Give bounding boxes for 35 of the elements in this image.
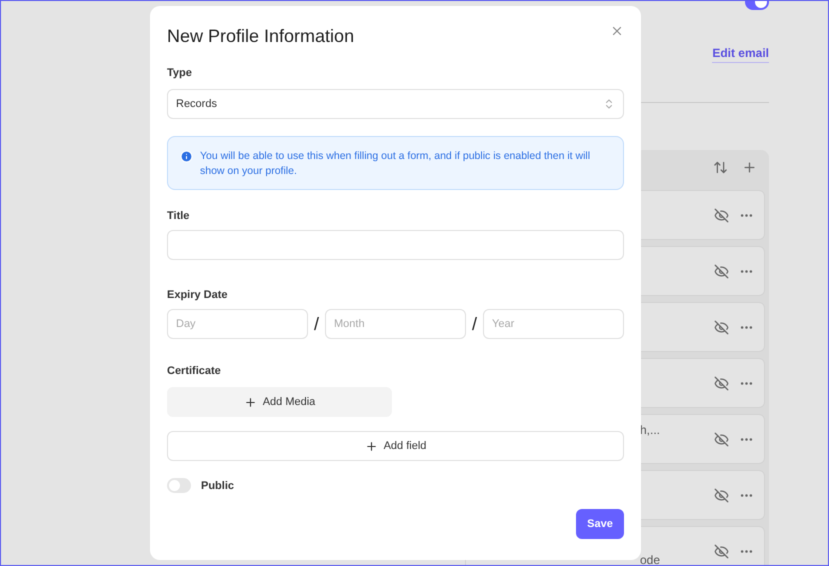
close-button[interactable] <box>610 24 624 38</box>
save-button[interactable]: Save <box>576 509 624 539</box>
card-text: ode <box>640 553 660 565</box>
eye-off-icon[interactable] <box>714 208 729 222</box>
eye-off-icon[interactable] <box>714 432 729 446</box>
info-text: You will be able to use this when filling out a form, and if public is enabled then it will show on your profile. <box>200 149 592 177</box>
eye-off-icon[interactable] <box>714 376 729 390</box>
field-label: Title <box>167 210 190 222</box>
eye-off-icon[interactable] <box>714 320 729 334</box>
info-icon <box>180 150 193 163</box>
eye-off-icon[interactable] <box>714 488 729 502</box>
date-input[interactable]: Day <box>167 309 308 339</box>
title-input[interactable] <box>167 230 624 260</box>
dialog-title: New Profile Information <box>167 26 354 47</box>
add-field-button[interactable]: Add field <box>167 431 624 461</box>
eye-off-icon[interactable] <box>714 264 729 278</box>
date-separator: / <box>472 314 477 334</box>
up-down-chevron-icon <box>603 98 615 110</box>
add-media-button[interactable]: Add Media <box>167 387 392 417</box>
toggle-label: Public <box>201 480 234 492</box>
plus-icon <box>244 396 257 408</box>
sort-icon[interactable] <box>713 160 728 174</box>
type-select[interactable]: Records <box>167 89 624 119</box>
field-label: Expiry Date <box>167 289 229 301</box>
date-input[interactable]: Year <box>483 309 624 339</box>
date-separator: / <box>314 314 319 334</box>
toggle-switch[interactable] <box>167 478 191 493</box>
field-label: Type <box>167 67 193 79</box>
card-text: h,... <box>640 423 660 437</box>
field-label: Certificate <box>167 365 222 377</box>
date-input[interactable]: Month <box>325 309 466 339</box>
edit-email-link[interactable]: Edit email <box>712 46 769 63</box>
eye-off-icon[interactable] <box>714 544 729 558</box>
add-icon[interactable] <box>742 160 757 174</box>
plus-icon <box>364 440 378 452</box>
